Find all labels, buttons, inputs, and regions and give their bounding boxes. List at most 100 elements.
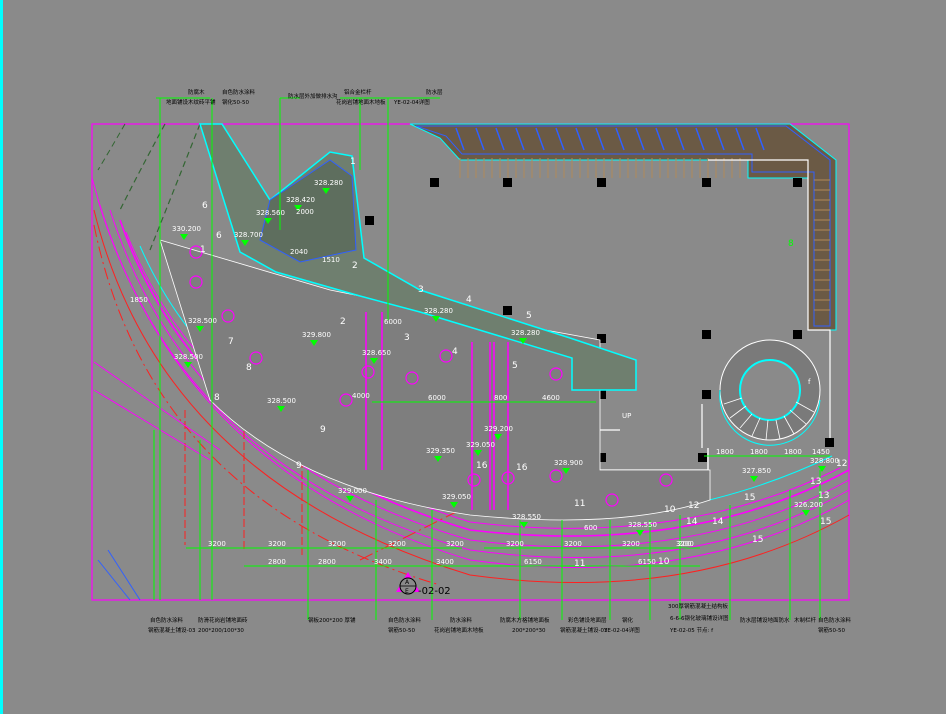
deck-hatch	[459, 158, 830, 311]
elev-328-560: 328.560	[256, 209, 285, 217]
elev-328-550-b: 328.550	[628, 521, 657, 529]
elev-329-000: 329.000	[338, 487, 367, 495]
note-bot-5: 防水涂料	[450, 616, 473, 624]
elev-327-850: 327.850	[742, 467, 771, 475]
note-bot-4b: 钢筋50-50	[388, 626, 415, 634]
note-bot-9: 300厚钢筋混凝土结构板	[668, 602, 728, 610]
mark-10b: 10	[658, 557, 670, 567]
dim-row1-4: 3200	[388, 540, 406, 548]
elev-328-900: 328.900	[554, 459, 583, 467]
dim-1800-c: 1800	[784, 448, 802, 456]
section-tag-sheet: E	[405, 588, 409, 595]
mark-2a: 2	[352, 261, 358, 271]
mark-6a: 6	[202, 201, 208, 211]
mark-3b: 3	[404, 333, 410, 343]
mark-4a: 4	[466, 295, 472, 305]
dim-row2-5: 6150	[524, 558, 542, 566]
dim-1800-b: 1800	[750, 448, 768, 456]
elev-329-050-b: 329.050	[442, 493, 471, 501]
mark-12b: 12	[836, 459, 847, 469]
mark-16a: 16	[476, 461, 488, 471]
cad-floor-plan: f 330.200 328.700 328.560 328.420 328.28…	[0, 0, 852, 714]
mark-9a: 9	[320, 425, 326, 435]
dim-row1-6: 3200	[506, 540, 524, 548]
note-bot-6b: 200*200*30	[512, 628, 546, 634]
note-bot-5b: 花岗岩铺地面木地板	[434, 626, 484, 634]
mark-3a: 3	[418, 285, 424, 295]
mark-1b: 1	[200, 245, 206, 255]
dim-1850: 1850	[130, 296, 148, 304]
note-bot-12: 自色防水涂料	[818, 616, 852, 624]
elev-328-550-a: 328.550	[512, 513, 541, 521]
mark-9b: 9	[296, 461, 302, 471]
note-bot-8b: YE-02-04详图	[603, 626, 640, 634]
note-bot-7b: 钢筋混凝土铺设-03	[560, 626, 608, 634]
mark-4b: 4	[452, 347, 458, 357]
elev-328-280-b: 328.280	[424, 307, 453, 315]
note-bot-9c: YE-02-05 节点: f	[669, 626, 714, 634]
elev-328-280-a: 328.280	[314, 179, 343, 187]
elev-330-200: 330.200	[172, 225, 201, 233]
dim-row1-8: 3200	[622, 540, 640, 548]
note-top-1: 防腐木	[188, 88, 205, 96]
note-bot-3: 钢板200*200 厚铺	[308, 616, 356, 624]
elev-328-500-b: 328.500	[174, 353, 203, 361]
dim-4600: 4600	[542, 394, 560, 402]
note-top-2: 自色防水涂料	[222, 88, 256, 96]
note-bot-7: 彩色铺设地面层	[568, 616, 607, 624]
mark-1a: 1	[350, 157, 356, 167]
note-bot-10: 防水层铺设地面防水	[740, 616, 790, 624]
note-top-5b: YE-02-04详图	[393, 98, 430, 106]
elev-328-500-a: 328.500	[188, 317, 217, 325]
dim-6000: 6000	[428, 394, 446, 402]
mark-10a: 10	[664, 505, 676, 515]
mark-16b: 16	[516, 463, 528, 473]
dim-row1-2: 3200	[268, 540, 286, 548]
note-top-2b: 钢化50-50	[222, 98, 249, 106]
dim-1450: 1450	[812, 448, 830, 456]
elev-329-200: 329.200	[484, 425, 513, 433]
note-bot-9b: 6-6-6钢化玻璃铺设详图	[670, 614, 729, 622]
elev-326-200: 326.200	[794, 501, 823, 509]
mark-2b: 2	[340, 317, 346, 327]
mark-8a: 8	[246, 363, 252, 373]
mark-13b: 13	[818, 491, 829, 501]
spiral-staircase: f	[719, 339, 821, 446]
elev-328-800: 328.800	[810, 457, 839, 465]
mark-5b: 5	[512, 361, 518, 371]
section-tag-ref: -02-02	[418, 586, 451, 597]
dim-6000b: 6000	[384, 318, 402, 326]
dim-row1-7: 3200	[564, 540, 582, 548]
note-bot-1: 自色防水涂料	[150, 616, 184, 624]
note-bot-11: 木制栏杆	[794, 616, 817, 624]
dim-4000: 4000	[352, 392, 370, 400]
note-bot-8: 钢化	[622, 616, 634, 624]
dim-row2-2: 2800	[318, 558, 336, 566]
mark-15c: 15	[820, 517, 831, 527]
note-top-4: 铝合金栏杆	[344, 88, 372, 96]
diag-2	[93, 389, 211, 461]
dim-row2-1: 2800	[268, 558, 286, 566]
dim-row1-1: 3200	[208, 540, 226, 548]
dim-2040: 2040	[290, 248, 308, 256]
up-label: UP	[622, 412, 631, 420]
elev-328-420: 328.420	[286, 196, 315, 204]
note-top-3: 防水层外加做排水沟	[288, 92, 338, 100]
dim-row1-3: 3200	[328, 540, 346, 548]
elev-329-350: 329.350	[426, 447, 455, 455]
mark-11a: 11	[574, 499, 585, 509]
dim-row2-3: 3400	[374, 558, 392, 566]
note-bot-2: 防滑花岗岩铺地面砖	[198, 616, 248, 624]
note-top-4b: 花岗岩铺地面木地板	[336, 98, 386, 106]
mark-12a: 12	[688, 501, 699, 511]
section-tag: A E -02-02	[396, 572, 451, 597]
note-top-5: 防水层	[426, 88, 443, 96]
mark-11b: 11	[574, 559, 585, 569]
dim-row2-4: 3400	[436, 558, 454, 566]
dim-1800-a: 1800	[716, 448, 734, 456]
dim-600: 600	[584, 524, 597, 532]
elev-328-280-c: 328.280	[511, 329, 540, 337]
mark-6b: 6	[216, 231, 222, 241]
elev-329-050-a: 329.050	[466, 441, 495, 449]
interior-walls	[597, 159, 831, 494]
